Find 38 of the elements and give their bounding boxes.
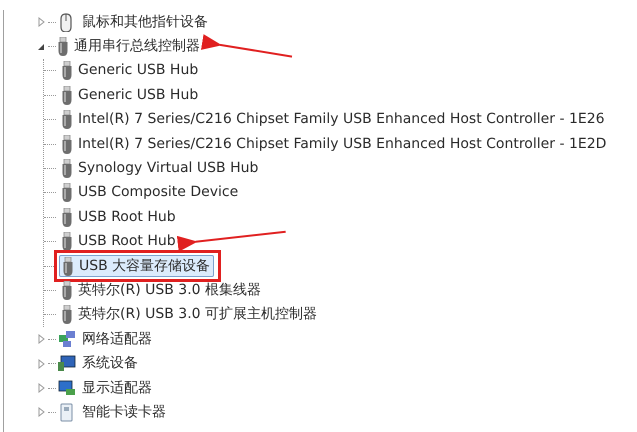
usb-plug-icon (62, 86, 72, 105)
tree-item[interactable]: USB Root Hub (58, 206, 180, 228)
tree-item[interactable]: 英特尔(R) USB 3.0 根集线器 (58, 279, 266, 302)
usb-plug-icon (62, 280, 72, 300)
usb-plug-icon (62, 232, 72, 252)
usb-plug-icon (62, 134, 72, 154)
tree-item[interactable]: USB Composite Device (58, 182, 242, 204)
tree-item[interactable]: Synology Virtual USB Hub (58, 158, 262, 180)
collapse-icon[interactable] (36, 42, 46, 52)
tree-item[interactable]: 通用串行总线控制器 (74, 36, 200, 58)
tree-item[interactable]: 显示适配器 (82, 378, 152, 399)
usb-plug-icon (62, 61, 72, 80)
expand-icon[interactable] (36, 334, 46, 344)
expand-icon[interactable] (36, 17, 46, 28)
expand-icon[interactable] (36, 358, 46, 369)
tree-item[interactable]: Generic USB Hub (58, 60, 202, 82)
tree-item[interactable]: 英特尔(R) USB 3.0 可扩展主机控制器 (58, 304, 322, 326)
computer-icon (58, 354, 76, 374)
tree-item[interactable]: USB Root Hub (58, 230, 180, 253)
usb-plug-icon (62, 110, 72, 130)
network-icon (58, 330, 76, 349)
usb-plug-icon (62, 159, 72, 178)
usb-plug-icon (62, 183, 72, 202)
tree-item[interactable]: USB 大容量存储设备 (59, 255, 214, 278)
tree-item[interactable]: 智能卡读卡器 (82, 402, 166, 423)
tree-item[interactable]: 鼠标和其他指针设备 (82, 12, 208, 33)
usb-plug-icon (62, 208, 72, 227)
tree-item[interactable]: 网络适配器 (82, 328, 152, 350)
monitor-icon (58, 378, 76, 398)
expand-icon[interactable] (36, 383, 46, 394)
tree-item[interactable]: Intel(R) 7 Series/C216 Chipset Family USB Enhanced Host Controller - 1E2D (58, 133, 610, 156)
usb-plug-icon (58, 37, 68, 56)
usb-plug-icon (62, 305, 72, 324)
usb-plug-icon (63, 256, 73, 276)
tree-item[interactable]: Intel(R) 7 Series/C216 Chipset Family USB Enhanced Host Controller - 1E26 (58, 108, 609, 131)
tree-item[interactable]: 系统设备 (82, 353, 138, 374)
tree-item[interactable]: Generic USB Hub (58, 84, 202, 106)
expand-icon[interactable] (36, 407, 46, 418)
